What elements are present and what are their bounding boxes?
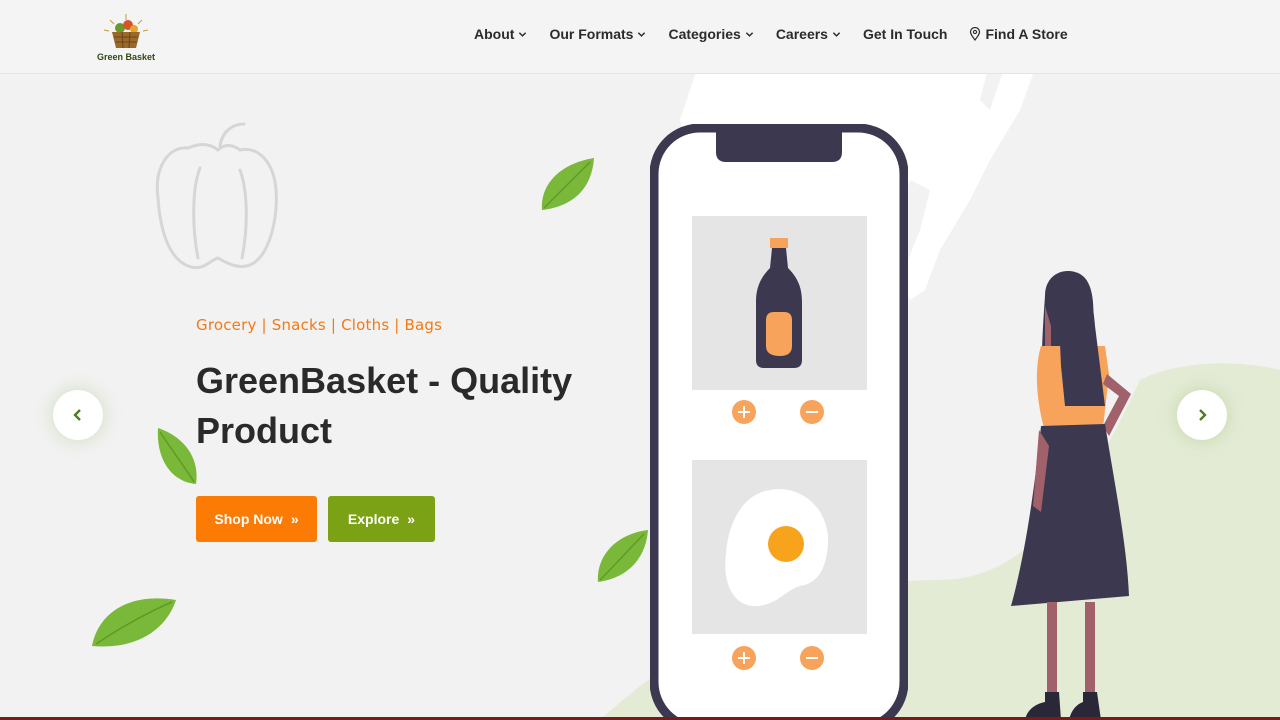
brand-name: Green Basket — [96, 52, 156, 62]
leaf-decoration — [597, 530, 648, 582]
nav-about[interactable]: About — [474, 26, 527, 42]
hero-buttons: Shop Now » Explore » — [196, 496, 596, 542]
nav-get-in-touch[interactable]: Get In Touch — [863, 26, 948, 42]
shop-now-button[interactable]: Shop Now » — [196, 496, 317, 542]
explore-label: Explore — [347, 511, 400, 527]
chevron-left-icon — [73, 409, 81, 421]
phone-illustration — [650, 124, 908, 720]
hero-tagline: Grocery | Snacks | Cloths | Bags — [196, 316, 443, 334]
nav-find-a-store[interactable]: Find A Store — [969, 26, 1068, 42]
woman-illustration — [1011, 271, 1131, 720]
chevron-down-icon — [832, 31, 841, 37]
map-pin-icon — [970, 27, 981, 41]
nav-careers[interactable]: Careers — [776, 26, 841, 42]
chevron-down-icon — [638, 31, 646, 37]
nav-label: Categories — [668, 26, 741, 42]
nav-label: Get In Touch — [862, 26, 948, 42]
nav-label: About — [474, 26, 515, 42]
carousel-prev-button[interactable] — [53, 390, 103, 440]
shop-now-label: Shop Now — [214, 511, 283, 527]
site-header: Green Basket About Our Formats Categorie… — [0, 0, 1280, 74]
chevron-down-icon — [519, 31, 527, 37]
basket-logo-icon — [103, 14, 149, 49]
leaf-decoration — [541, 158, 594, 210]
nav-our-formats[interactable]: Our Formats — [549, 26, 646, 42]
chevron-down-icon — [745, 31, 753, 37]
nav-label: Careers — [775, 26, 828, 42]
leaf-decoration — [157, 428, 197, 484]
explore-button[interactable]: Explore » — [328, 496, 435, 542]
brand-logo[interactable]: Green Basket — [96, 12, 156, 64]
double-chevron-right-icon: » — [290, 511, 299, 527]
hero-headline: GreenBasket - Quality Product — [196, 360, 573, 451]
main-nav: About Our Formats Categories Careers Get… — [474, 26, 1090, 42]
double-chevron-right-icon: » — [407, 511, 416, 527]
hero-section: Grocery | Snacks | Cloths | Bags GreenBa… — [196, 316, 596, 542]
leaf-decoration — [92, 598, 176, 647]
nav-label: Find A Store — [985, 26, 1068, 42]
nav-label: Our Formats — [549, 26, 634, 42]
pepper-outline-decoration — [155, 122, 278, 270]
carousel-next-button[interactable] — [1177, 390, 1227, 440]
chevron-right-icon — [1199, 409, 1207, 421]
nav-categories[interactable]: Categories — [668, 26, 753, 42]
